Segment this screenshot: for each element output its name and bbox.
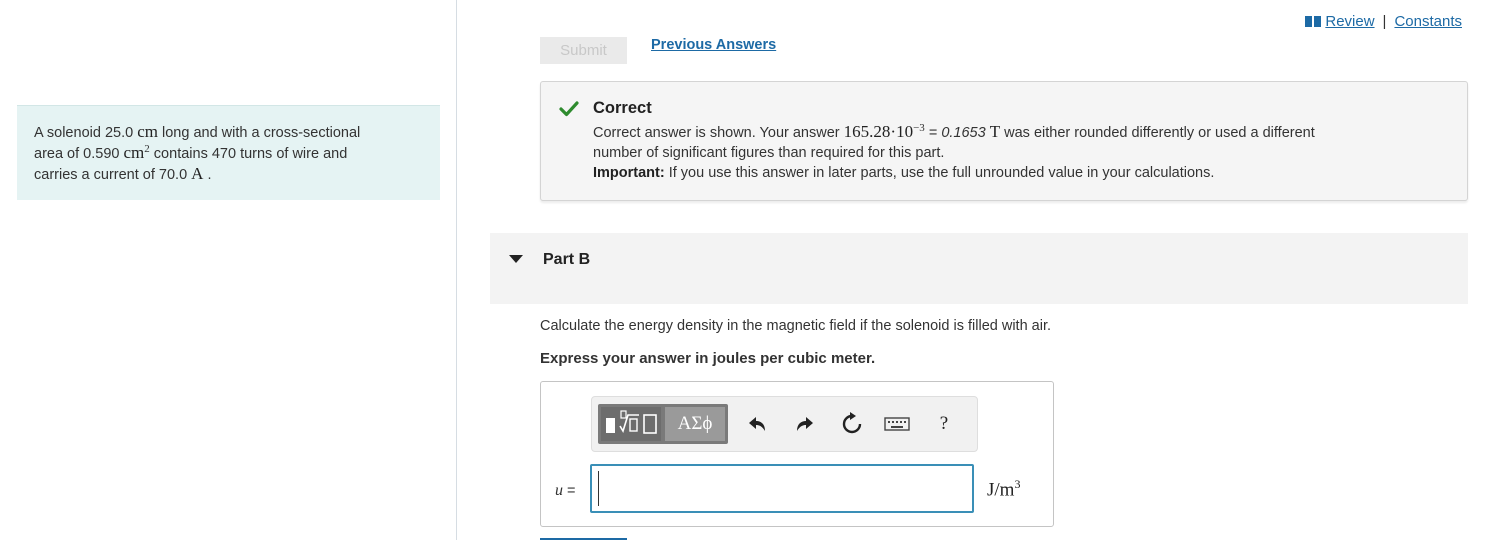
feedback-line-2: number of significant figures than requi… (593, 145, 945, 161)
feedback-panel: Correct Correct answer is shown. Your an… (540, 81, 1468, 201)
undo-icon (749, 417, 765, 431)
reset-button[interactable] (839, 411, 865, 437)
checkmark-icon (559, 101, 579, 117)
caret-down-icon[interactable] (509, 255, 523, 263)
help-button[interactable]: ? (931, 411, 957, 437)
problem-line-3: carries a current of 70.0 A . (34, 164, 212, 183)
templates-button[interactable] (601, 407, 661, 441)
keyboard-button[interactable] (884, 411, 910, 437)
reset-icon (842, 412, 862, 434)
top-nav: Review | Constants (1305, 13, 1462, 30)
part-b-header[interactable]: Part B (490, 233, 1468, 304)
text-cursor (598, 471, 599, 506)
problem-line-2: area of 0.590 cm2 contains 470 turns of … (34, 143, 348, 162)
constants-link[interactable]: Constants (1394, 13, 1462, 30)
nav-separator: | (1382, 13, 1387, 30)
feedback-line-1: Correct answer is shown. Your answer 165… (593, 122, 1315, 141)
feedback-title: Correct (593, 99, 652, 117)
submit-button[interactable]: Submit (540, 37, 627, 64)
templates-icon (606, 410, 657, 434)
part-b-title: Part B (543, 251, 591, 268)
greek-symbols-icon: ΑΣϕ (677, 413, 713, 434)
redo-button[interactable] (792, 411, 818, 437)
problem-line-1: A solenoid 25.0 cm long and with a cross… (34, 122, 361, 141)
question-text: Calculate the energy density in the magn… (540, 318, 1052, 334)
answer-box: ΑΣϕ ? u = J/m3 (540, 381, 1054, 527)
feedback-line-3: Important: If you use this answer in lat… (593, 165, 1215, 181)
instruction-text: Express your answer in joules per cubic … (540, 350, 876, 367)
undo-button[interactable] (744, 411, 770, 437)
answer-variable-label: u = (555, 482, 576, 499)
previous-answers-link[interactable]: Previous Answers (651, 37, 776, 53)
problem-statement: A solenoid 25.0 cm long and with a cross… (17, 105, 440, 200)
book-icon (1305, 16, 1322, 27)
answer-input[interactable] (590, 464, 974, 513)
feedback-body: Correct answer is shown. Your answer 165… (593, 122, 1453, 183)
greek-symbols-button[interactable]: ΑΣϕ (665, 407, 725, 441)
keyboard-icon (884, 417, 910, 431)
redo-icon (797, 417, 813, 431)
math-toolbar: ΑΣϕ ? (591, 396, 978, 452)
toolbar-palette-group: ΑΣϕ (598, 404, 728, 444)
answer-units: J/m3 (987, 477, 1021, 501)
help-icon: ? (939, 413, 949, 434)
review-link[interactable]: Review (1325, 13, 1374, 30)
column-divider (456, 0, 457, 540)
